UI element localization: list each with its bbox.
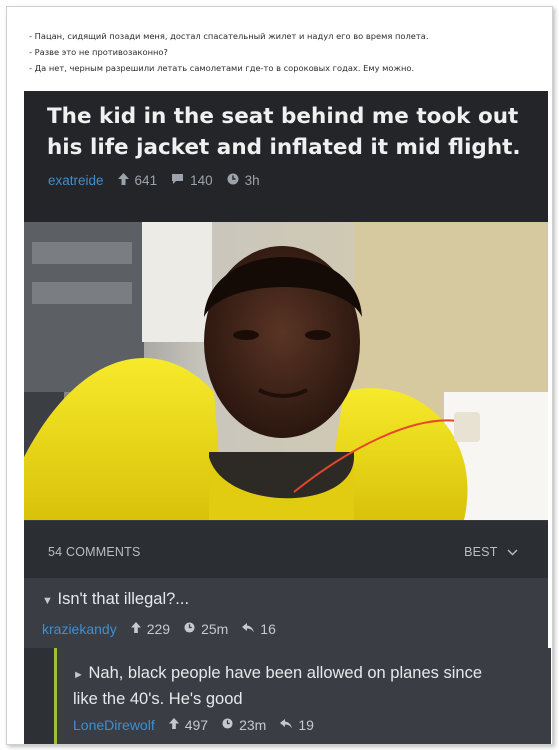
comment-text: Isn't that illegal?... [57, 590, 190, 608]
reply-body: ► Nah, black people have been allowed on… [73, 661, 543, 711]
sort-label: BEST [464, 545, 498, 559]
comment-reply-count: 16 [260, 621, 276, 637]
reply-author-link[interactable]: LoneDirewolf [73, 717, 155, 733]
comment-body: ▼ Isn't that illegal?... [42, 587, 189, 613]
comment-upvote-count: 229 [146, 621, 171, 637]
caption-line: - Пацан, сидящий позади меня, достал спа… [29, 31, 429, 41]
comments-bar: 54 COMMENTS BEST [24, 520, 548, 578]
post-image[interactable] [24, 222, 548, 520]
comment-age: 25m [201, 621, 229, 637]
comment-meta: kraziekandy 229 25m 16 [42, 621, 290, 637]
reply-arrow-icon[interactable] [242, 622, 255, 636]
reply-age: 23m [239, 717, 267, 733]
reply-reply-count: 19 [298, 717, 314, 733]
post-upvote-count: 641 [134, 172, 158, 188]
clock-icon [222, 718, 233, 732]
comment-author-link[interactable]: kraziekandy [42, 621, 117, 637]
post-author-link[interactable]: exatreide [48, 173, 104, 188]
collapse-toggle-icon[interactable]: ▼ [42, 595, 53, 607]
post-meta: exatreide 641 140 3h [48, 171, 274, 189]
post-title-line: his life jacket and inflated it mid flig… [47, 135, 521, 160]
reply-text-line: like the 40's. He's good [73, 690, 243, 708]
reply-text-line: ► Nah, black people have been allowed on… [73, 661, 543, 687]
russian-caption: - Пацан, сидящий позади меня, достал спа… [29, 28, 529, 76]
comment-item: ▼ Isn't that illegal?... kraziekandy 229… [24, 578, 548, 648]
post-title-line: The kid in the seat behind me took out [47, 104, 519, 129]
clock-icon [227, 173, 239, 188]
expand-toggle-icon[interactable]: ► [73, 669, 84, 681]
arrow-up-icon[interactable] [130, 622, 141, 636]
chevron-down-icon[interactable] [507, 547, 518, 559]
reply-item: ► Nah, black people have been allowed on… [54, 648, 551, 744]
clock-icon [184, 622, 195, 636]
boy-life-jacket-photo [24, 222, 548, 520]
post-title[interactable]: The kid in the seat behind me took out h… [47, 101, 527, 163]
post-header: The kid in the seat behind me took out h… [24, 91, 548, 222]
speech-bubble-icon[interactable] [171, 173, 184, 188]
post-age: 3h [244, 172, 260, 188]
reply-text: Nah, black people have been allowed on p… [88, 664, 483, 682]
comments-count: 54 COMMENTS [48, 545, 141, 559]
post-comment-count: 140 [190, 172, 213, 188]
caption-line: - Разве это не противозаконно? [29, 47, 168, 57]
screenshot-frame: - Пацан, сидящий позади меня, достал спа… [6, 6, 553, 745]
arrow-up-icon[interactable] [117, 172, 129, 188]
reply-meta: LoneDirewolf 497 23m 19 [73, 717, 328, 733]
arrow-up-icon[interactable] [168, 718, 179, 732]
sort-dropdown[interactable]: BEST [464, 545, 518, 559]
caption-line: - Да нет, черным разрешили летать самоле… [29, 63, 415, 73]
post-card: The kid in the seat behind me took out h… [24, 91, 551, 744]
reply-upvote-count: 497 [184, 717, 209, 733]
reply-arrow-icon[interactable] [280, 718, 293, 732]
